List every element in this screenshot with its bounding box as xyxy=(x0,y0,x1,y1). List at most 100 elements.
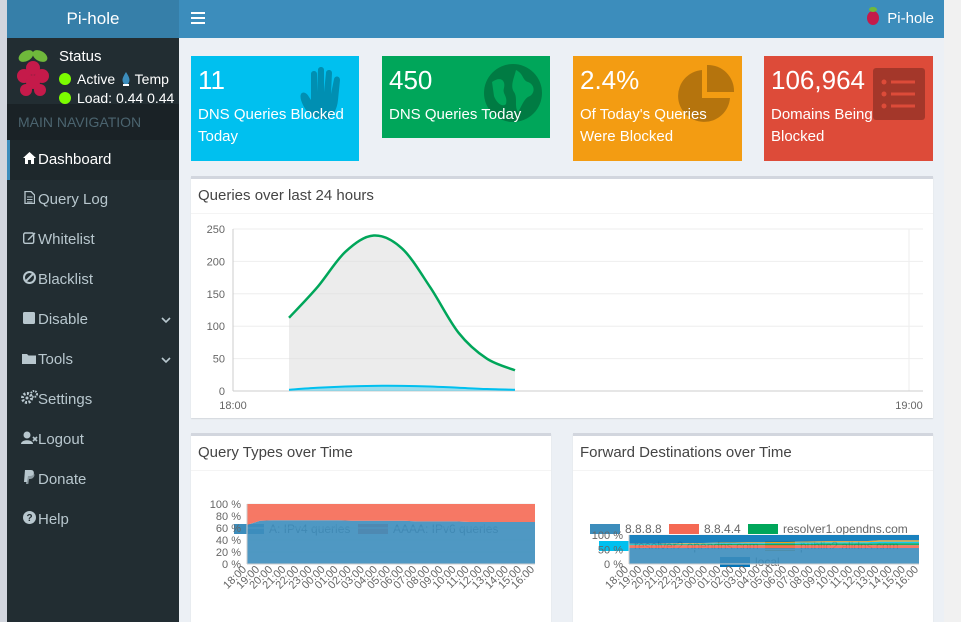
y-tick-label: 50 xyxy=(213,354,225,366)
y-tick-label: 40 % xyxy=(216,535,241,547)
x-tick-label: 19:00 xyxy=(895,400,923,412)
stat-box-blocked: 11 DNS Queries Blocked Today xyxy=(191,56,359,161)
stat-box-domains: 106,964 Domains Being Blocked xyxy=(764,56,933,161)
sidebar-item-donate[interactable]: Donate xyxy=(7,460,179,500)
sidebar-item-disable[interactable]: Disable xyxy=(7,300,179,340)
stat-value: 106,964 xyxy=(771,65,865,95)
box-title: Forward Destinations over Time xyxy=(580,444,792,461)
status-temp: Temp xyxy=(134,71,169,87)
raspberry-pi-logo xyxy=(17,50,49,96)
paypal-icon xyxy=(20,460,38,500)
pihole-logo-icon xyxy=(867,7,880,25)
scrollbar[interactable] xyxy=(944,0,961,622)
sidebar-item-label: Disable xyxy=(38,311,89,328)
sidebar-item-label: Dashboard xyxy=(38,151,112,168)
total-queries-area xyxy=(289,235,515,391)
legend-swatch xyxy=(748,524,778,534)
list-icon xyxy=(873,68,925,120)
stat-label: DNS Queries Blocked Today xyxy=(198,106,344,145)
active-dot-icon xyxy=(59,73,71,85)
legend-label: resolver1.opendns.com xyxy=(783,522,908,536)
y-tick-label: 50 % xyxy=(598,545,623,557)
stat-label: Domains Being Blocked xyxy=(771,106,873,145)
forward-destinations-box: Forward Destinations over Time 8.8.8.8 8.… xyxy=(573,433,933,622)
question-circle-icon: ? xyxy=(20,500,38,540)
y-tick-label: 60 % xyxy=(216,523,241,535)
sidebar-item-label: Query Log xyxy=(38,191,109,208)
load-dot-icon xyxy=(59,92,71,104)
status-load-label: Load: xyxy=(77,90,113,104)
y-tick-label: 100 % xyxy=(210,499,241,511)
sidebar-item-label: Blacklist xyxy=(38,271,94,288)
sidebar-item-label: Donate xyxy=(38,471,87,488)
svg-text:?: ? xyxy=(26,513,32,524)
main-navigation-header: MAIN NAVIGATION xyxy=(7,104,179,140)
queries-over-time-chart: 0 50 100 150 200 250 18:00 19:00 xyxy=(207,224,923,412)
status-title: Status xyxy=(59,48,102,65)
series-area xyxy=(629,545,919,549)
gears-icon xyxy=(20,380,38,420)
legend-label: 8.8.4.4 xyxy=(704,522,741,536)
ban-icon xyxy=(20,260,38,300)
sidebar-item-query-log[interactable]: Query Log xyxy=(7,180,179,220)
stat-label: Of Today's Queries Were Blocked xyxy=(580,106,707,145)
y-tick-label: 200 xyxy=(207,256,225,268)
chevron-down-icon xyxy=(161,340,171,380)
pencil-square-icon xyxy=(20,220,38,260)
file-icon xyxy=(20,180,38,220)
home-icon xyxy=(20,140,38,180)
sidebar-logo[interactable]: Pi-hole xyxy=(7,0,179,38)
sidebar-item-settings[interactable]: Settings xyxy=(7,380,179,420)
sidebar-toggle-icon[interactable] xyxy=(191,12,205,24)
user-times-icon xyxy=(20,420,38,460)
y-tick-label: 150 xyxy=(207,289,225,301)
y-tick-label: 0 xyxy=(219,386,225,398)
y-tick-label: 20 % xyxy=(216,547,241,559)
main-content: 11 DNS Queries Blocked Today 450 DNS Quer… xyxy=(179,38,944,622)
legend-label: 8.8.8.8 xyxy=(625,522,662,536)
thermometer-icon xyxy=(122,72,130,86)
forward-destinations-chart: 8.8.8.88.8.4.4resolver1.opendns.comresol… xyxy=(590,522,921,592)
sidebar-item-logout[interactable]: Logout xyxy=(7,420,179,460)
query-types-box: Query Types over Time A: IPv4 queriesAAA… xyxy=(191,433,551,622)
y-tick-label: 100 % xyxy=(592,530,623,542)
series-area xyxy=(629,548,919,564)
sidebar-item-label: Whitelist xyxy=(38,231,95,248)
sidebar-item-label: Settings xyxy=(38,391,93,408)
sidebar-item-dashboard[interactable]: Dashboard xyxy=(7,140,179,180)
chevron-down-icon xyxy=(161,300,171,340)
series-area xyxy=(247,520,535,564)
box-title: Queries over last 24 hours xyxy=(198,187,374,204)
stop-icon xyxy=(20,300,38,340)
sidebar-item-help[interactable]: ? Help xyxy=(7,500,179,540)
top-brand-label: Pi-hole xyxy=(887,10,934,27)
y-tick-label: 80 % xyxy=(216,511,241,523)
sidebar-item-label: Logout xyxy=(38,431,84,448)
x-tick-label: 18:00 xyxy=(219,400,247,412)
status-active: Active xyxy=(77,71,116,87)
top-brand[interactable]: Pi-hole xyxy=(867,0,934,38)
y-tick-label: 250 xyxy=(207,224,225,236)
stat-value: 450 xyxy=(389,65,433,95)
status-panel: Status Active Temp Load: 0.44 0.44 xyxy=(7,38,179,104)
legend-swatch xyxy=(669,524,699,534)
sidebar-item-label: Help xyxy=(38,511,69,528)
queries-over-time-box: Queries over last 24 hours 0 50 100 150 200 2… xyxy=(191,176,933,418)
sidebar-item-label: Tools xyxy=(38,351,74,368)
status-load-row: Load: 0.44 0.44 xyxy=(59,90,174,104)
status-load-values: 0.44 0.44 xyxy=(115,90,175,104)
stat-value: 11 xyxy=(198,65,225,95)
query-types-chart: A: IPv4 queriesAAAA: IPv6 queries0 %20 %… xyxy=(210,499,537,592)
folder-icon xyxy=(20,340,38,380)
stat-value: 2.4% xyxy=(580,65,640,95)
stat-box-percent: 2.4% Of Today's Queries Were Blocked xyxy=(573,56,742,161)
status-active-row: Active Temp xyxy=(59,71,169,87)
stat-box-total: 450 DNS Queries Today xyxy=(382,56,550,138)
sidebar: Pi-hole Status Active Temp Load: 0.44 0.… xyxy=(7,0,179,622)
sidebar-item-tools[interactable]: Tools xyxy=(7,340,179,380)
box-title: Query Types over Time xyxy=(198,444,353,461)
sidebar-item-blacklist[interactable]: Blacklist xyxy=(7,260,179,300)
top-navbar: Pi-hole xyxy=(179,0,944,38)
sidebar-item-whitelist[interactable]: Whitelist xyxy=(7,220,179,260)
y-tick-label: 100 xyxy=(207,321,225,333)
